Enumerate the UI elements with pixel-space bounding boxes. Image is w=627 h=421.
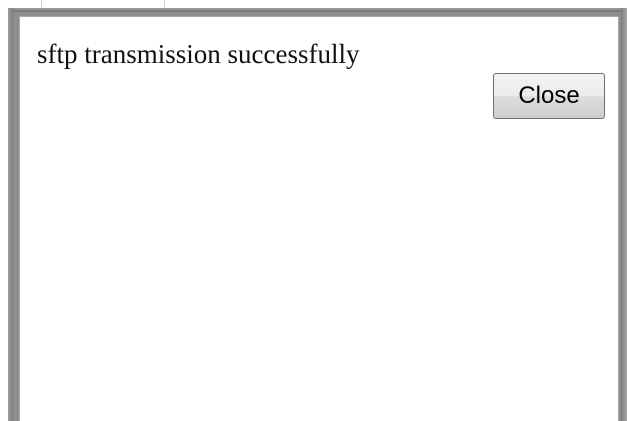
page: sftp transmission successfully Close <box>0 0 627 421</box>
dialog-frame-right-edge <box>621 8 627 421</box>
dialog-body: sftp transmission successfully Close <box>19 16 619 421</box>
dialog-frame-left-edge <box>8 8 13 421</box>
status-message: sftp transmission successfully <box>37 39 360 69</box>
dialog-frame-top-edge <box>8 8 627 12</box>
close-button[interactable]: Close <box>493 73 605 119</box>
